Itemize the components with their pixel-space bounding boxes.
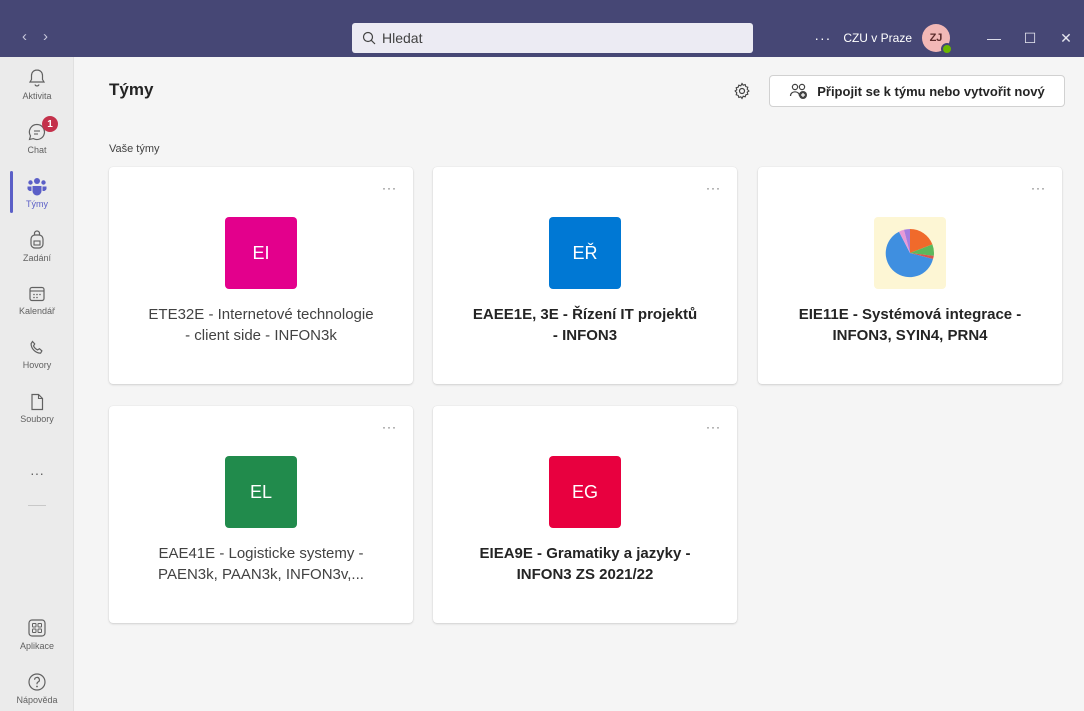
rail-item-teams[interactable]: Týmy — [0, 165, 74, 219]
rail-label-activity: Aktivita — [22, 90, 52, 101]
rail-label-files: Soubory — [20, 413, 54, 424]
rail-item-activity[interactable]: Aktivita — [0, 57, 74, 111]
backpack-icon — [30, 229, 44, 249]
team-avatar: EŘ — [549, 217, 621, 289]
nav-arrows: ‹ › — [22, 28, 48, 45]
more-options-icon[interactable]: ··· — [814, 30, 831, 46]
minimize-button[interactable]: — — [976, 30, 1012, 46]
more-options-icon[interactable]: ··· — [706, 181, 721, 195]
rail-item-help[interactable]: Nápověda — [0, 661, 74, 711]
more-options-icon[interactable]: ··· — [706, 420, 721, 434]
rail-label-apps: Aplikace — [19, 640, 55, 651]
more-options-icon[interactable]: ··· — [382, 181, 397, 195]
team-name-line: INFON3, SYIN4, PRN4 — [832, 327, 988, 344]
rail-label-calendar: Kalendář — [18, 305, 56, 316]
team-card[interactable]: ··· EG EIEA9E - Gramatiky a jazyky - INF… — [433, 406, 737, 623]
join-button-label: Připojit se k týmu nebo vytvořit nový — [817, 83, 1045, 99]
section-label-your-teams: Vaše týmy — [109, 143, 160, 155]
team-name-line: EIEA9E - Gramatiky a jazyky - — [479, 545, 691, 562]
team-avatar: EL — [225, 456, 297, 528]
chat-unread-badge: 1 — [42, 116, 58, 132]
join-or-create-team-button[interactable]: Připojit se k týmu nebo vytvořit nový — [769, 75, 1065, 107]
team-card[interactable]: ··· EI ETE32E - Internetové technologie … — [109, 167, 413, 384]
rail-divider — [28, 505, 46, 506]
bell-icon — [28, 68, 46, 87]
rail-label-help: Nápověda — [16, 694, 58, 705]
rail-label-teams: Týmy — [26, 198, 48, 209]
pie-chart-icon — [885, 229, 934, 278]
forward-arrow-icon[interactable]: › — [43, 28, 48, 45]
file-icon — [31, 393, 44, 410]
rail-item-calls[interactable]: Hovory — [0, 327, 74, 381]
team-name: EIEA9E - Gramatiky a jazyky - INFON3 ZS … — [447, 543, 723, 585]
page-title: Týmy — [109, 80, 154, 99]
team-name-line: ETE32E - Internetové technologie — [148, 306, 374, 323]
rail-item-calendar[interactable]: Kalendář — [0, 273, 74, 327]
team-name: EAEE1E, 3E - Řízení IT projektů - INFON3 — [447, 304, 723, 346]
rail-more-apps-icon[interactable]: ··· — [0, 465, 74, 481]
app-rail: Aktivita Chat 1 Týmy Zadání Kalendář Hov… — [0, 57, 74, 711]
close-button[interactable]: ✕ — [1048, 30, 1084, 47]
team-name-line: INFON3 ZS 2021/22 — [516, 566, 654, 583]
add-team-icon — [790, 83, 808, 99]
team-initials: EŘ — [572, 242, 598, 263]
team-initials: EI — [252, 242, 270, 263]
team-name-line: EIE11E - Systémová integrace - — [798, 306, 1022, 323]
team-name-line: - INFON3 — [552, 327, 618, 344]
title-bar: ‹ › Hledat ··· CZU v Praze ZJ — ☐ ✕ — [0, 0, 1084, 57]
rail-item-assignments[interactable]: Zadání — [0, 219, 74, 273]
more-options-icon[interactable]: ··· — [382, 420, 397, 434]
maximize-button[interactable]: ☐ — [1012, 30, 1048, 47]
team-card[interactable]: ··· EL EAE41E - Logisticke systemy - PAE… — [109, 406, 413, 623]
search-icon — [362, 31, 376, 45]
rail-item-apps[interactable]: Aplikace — [0, 607, 74, 661]
teams-icon — [27, 177, 47, 195]
avatar-initials: ZJ — [929, 32, 943, 44]
team-name-line: EAE41E - Logisticke systemy - — [158, 545, 364, 562]
team-name: EAE41E - Logisticke systemy - PAEN3k, PA… — [123, 543, 399, 585]
team-avatar — [874, 217, 946, 289]
team-name-line: - client side - INFON3k — [185, 327, 337, 344]
team-name: EIE11E - Systémová integrace - INFON3, S… — [772, 304, 1048, 346]
back-arrow-icon[interactable]: ‹ — [22, 28, 27, 45]
team-avatar: EG — [549, 456, 621, 528]
team-name-line: EAEE1E, 3E - Řízení IT projektů — [472, 306, 698, 323]
apps-icon — [28, 618, 46, 637]
team-card[interactable]: ··· EIE11E - Systémová integrace - INFON… — [758, 167, 1062, 384]
help-icon — [28, 672, 46, 691]
gear-icon[interactable] — [733, 82, 751, 100]
avatar[interactable]: ZJ — [922, 24, 953, 55]
rail-item-files[interactable]: Soubory — [0, 381, 74, 435]
rail-label-chat: Chat — [27, 144, 47, 155]
team-initials: EG — [571, 481, 598, 502]
search-input[interactable]: Hledat — [352, 23, 753, 53]
org-name[interactable]: CZU v Praze — [843, 31, 912, 45]
team-avatar: EI — [225, 217, 297, 289]
calendar-icon — [29, 286, 45, 301]
search-placeholder: Hledat — [382, 30, 423, 46]
team-card[interactable]: ··· EŘ EAEE1E, 3E - Řízení IT projektů -… — [433, 167, 737, 384]
presence-available-icon — [941, 43, 953, 55]
rail-label-calls: Hovory — [22, 359, 52, 370]
title-bar-right: ··· CZU v Praze ZJ — ☐ ✕ — [814, 22, 1084, 55]
phone-icon — [30, 340, 43, 354]
more-options-icon[interactable]: ··· — [1031, 181, 1046, 195]
team-name-line: PAEN3k, PAAN3k, INFON3v,... — [158, 566, 364, 583]
team-name: ETE32E - Internetové technologie - clien… — [123, 304, 399, 346]
team-initials: EL — [249, 481, 273, 502]
rail-label-assignments: Zadání — [22, 252, 52, 263]
rail-item-chat[interactable]: Chat 1 — [0, 111, 74, 165]
